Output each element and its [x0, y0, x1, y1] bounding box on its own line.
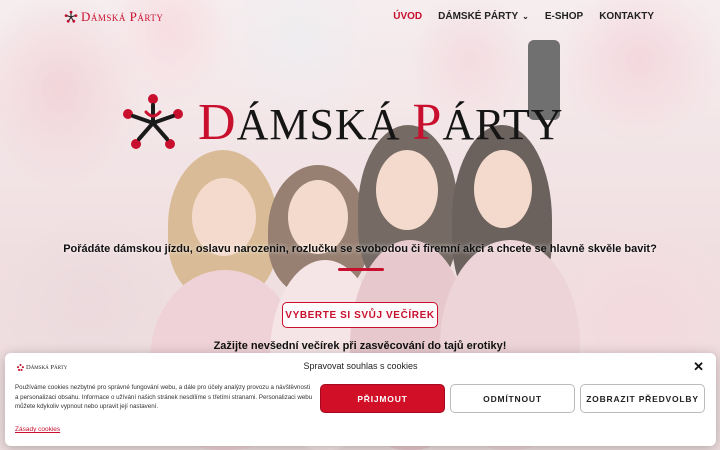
show-preferences-button[interactable]: ZOBRAZIT PŘEDVOLBY: [580, 384, 705, 413]
cookie-description: Používáme cookies nezbytné pro správné f…: [15, 384, 313, 410]
accept-cookies-button[interactable]: PŘIJMOUT: [320, 384, 445, 413]
nav-item-eshop[interactable]: E-SHOP: [545, 11, 583, 22]
nav-item-uvod[interactable]: ÚVOD: [393, 11, 422, 22]
cookie-title: Spravovat souhlas s cookies: [303, 361, 418, 371]
hero-logo-text: DÁMSKÁ PÁRTY: [198, 94, 564, 151]
logo-emblem-icon: [64, 10, 78, 23]
nav-label: E-SHOP: [544, 11, 584, 22]
nav-item-kontakty[interactable]: KONTAKTY: [599, 11, 654, 22]
hero-subline: Zažijte nevšední večírek při zasvěcování…: [213, 340, 507, 352]
nav-label: KONTAKTY: [599, 11, 654, 22]
hero-tagline: Pořádáte dámskou jízdu, oslavu narozenin…: [63, 243, 657, 255]
nav-label: ÚVOD: [393, 11, 423, 22]
deny-cookies-button[interactable]: ODMÍTNOUT: [450, 384, 575, 413]
hero-logo: DÁMSKÁ PÁRTY: [118, 92, 564, 154]
chevron-down-icon: ⌄: [522, 12, 529, 21]
nav-item-damske-party[interactable]: DÁMSKÉ PÁRTY ⌄: [438, 11, 529, 22]
cookie-consent-banner: Dámská Párty Spravovat souhlas s cookies…: [5, 353, 716, 446]
choose-party-button[interactable]: VYBERTE SI SVŮJ VEČÍREK: [282, 302, 438, 328]
cookie-policy-link[interactable]: Zásady cookies: [15, 426, 60, 433]
hero-divider: [338, 268, 384, 271]
site-logo-text: Dámská Párty: [81, 9, 164, 24]
site-header: Dámská Párty ÚVOD DÁMSKÉ PÁRTY ⌄ E-SHOP K…: [0, 0, 720, 36]
main-nav: ÚVOD DÁMSKÉ PÁRTY ⌄ E-SHOP KONTAKTY: [393, 11, 654, 22]
close-icon[interactable]: ✕: [693, 359, 704, 375]
nav-label: DÁMSKÉ PÁRTY: [438, 11, 519, 22]
logo-emblem-icon: [123, 94, 183, 149]
site-logo[interactable]: Dámská Párty: [64, 9, 163, 25]
